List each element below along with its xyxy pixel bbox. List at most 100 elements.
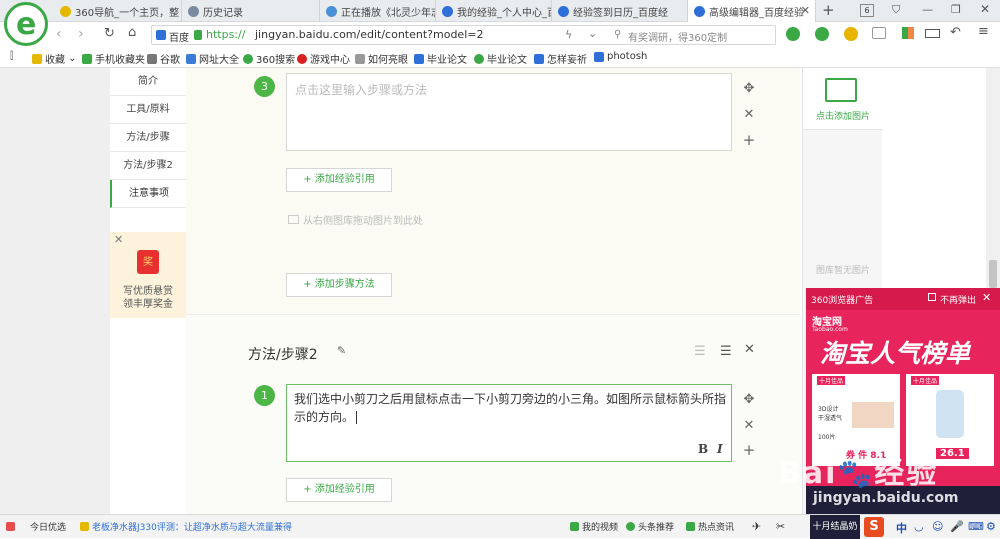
ordered-list-icon[interactable]: ☰: [694, 344, 706, 359]
bookmark-item[interactable]: 怎样妄祈: [534, 51, 587, 66]
browser-tab[interactable]: 历史记录: [182, 0, 320, 22]
browser-tab[interactable]: 正在播放《北灵少年志: [320, 0, 436, 22]
bookmark-item[interactable]: 360搜索: [243, 51, 295, 66]
add-image-label: 点击添加图片: [815, 112, 870, 122]
back-icon[interactable]: ‹: [56, 26, 62, 42]
today-picks[interactable]: 今日优选: [6, 520, 66, 533]
ime-keyboard-icon[interactable]: ⌨: [968, 520, 984, 533]
dropdown-icon[interactable]: ⌄: [588, 27, 597, 40]
search-icon[interactable]: ⚲: [614, 29, 621, 40]
nav-item-notes[interactable]: 注意事项: [110, 180, 186, 208]
delete-icon[interactable]: ✕: [742, 107, 756, 122]
bookmark-item[interactable]: 收藏 ⌄: [32, 51, 77, 66]
hot-news[interactable]: 热点资讯: [686, 520, 734, 533]
menu-icon[interactable]: ≡: [978, 24, 989, 39]
unordered-list-icon[interactable]: ☰: [720, 344, 732, 359]
italic-button[interactable]: I: [717, 442, 723, 456]
browser-tab-active[interactable]: 高级编辑器_百度经验 ✕: [688, 0, 816, 23]
bold-button[interactable]: B: [698, 442, 708, 456]
move-icon[interactable]: ✥: [742, 392, 756, 407]
nav-item-steps2[interactable]: 方法/步骤2: [110, 152, 186, 180]
ime-emoji-icon[interactable]: ☺: [932, 520, 943, 533]
ime-settings-icon[interactable]: ⚙: [986, 520, 996, 533]
bookmark-item[interactable]: 网址大全: [186, 51, 239, 66]
apps-icon[interactable]: [902, 27, 914, 39]
battery-icon[interactable]: [925, 29, 940, 38]
ad-tile[interactable]: 十月结晶奶: [810, 515, 860, 539]
add-icon[interactable]: +: [742, 131, 756, 149]
edit-pencil-icon[interactable]: ✎: [337, 344, 346, 357]
sidebar-toggle-icon[interactable]: ⫿: [10, 51, 13, 62]
shirt-icon[interactable]: ⛉: [892, 3, 900, 17]
close-tab-icon[interactable]: ✕: [801, 4, 810, 17]
close-window-icon[interactable]: ✕: [980, 2, 990, 16]
add-step-button[interactable]: + 添加步骤方法: [286, 273, 392, 297]
sogou-ime-icon[interactable]: S: [864, 517, 884, 537]
url-bar[interactable]: 百度 https:// jingyan.baidu.com/edit/conte…: [151, 25, 776, 45]
bookmark-item[interactable]: 毕业论文: [414, 51, 467, 66]
tab-title: 360导航_一个主页，整: [75, 7, 180, 19]
forward-icon[interactable]: ›: [78, 26, 84, 42]
my-video[interactable]: 我的视频: [570, 520, 618, 533]
browser-logo[interactable]: e: [4, 2, 48, 46]
delete-section-icon[interactable]: ✕: [744, 342, 755, 357]
new-tab-icon[interactable]: +: [822, 1, 835, 19]
ime-voice-icon[interactable]: 🎤: [950, 520, 964, 533]
add-icon[interactable]: +: [742, 441, 756, 459]
add-reference-button[interactable]: + 添加经验引用: [286, 478, 392, 502]
browser-tab[interactable]: 360导航_一个主页，整: [54, 0, 182, 22]
bookmark-item[interactable]: 谷歌: [147, 51, 180, 66]
shield-icon[interactable]: [844, 27, 858, 41]
close-reward-icon[interactable]: ✕: [114, 233, 123, 246]
watermark-url: jingyan.baidu.com: [813, 490, 959, 506]
add-reference-button[interactable]: + 添加经验引用: [286, 168, 392, 192]
news-ticker[interactable]: 老板净水器J330评测：让超净水质与超大流量兼得: [80, 520, 292, 533]
browser-tab[interactable]: 我的经验_个人中心_百: [436, 0, 552, 22]
home-icon[interactable]: ⌂: [128, 25, 136, 40]
bookmark-item[interactable]: photosh: [594, 51, 647, 62]
tab-count-badge[interactable]: 6: [860, 4, 874, 17]
pin-icon[interactable]: ✈: [752, 520, 761, 533]
step-text[interactable]: 我们选中小剪刀之后用鼠标点击一下小剪刀旁边的小三角。如图所示鼠标箭头所指示的方向…: [294, 390, 726, 426]
editor-content: 3 点击这里输入步骤或方法 ✥ ✕ + + 添加经验引用 从右侧图库拖动图片到此…: [186, 68, 800, 514]
no-show-label[interactable]: 不再弹出: [940, 293, 976, 306]
step-editor-active[interactable]: 我们选中小剪刀之后用鼠标点击一下小剪刀旁边的小三角。如图所示鼠标箭头所指示的方向…: [286, 384, 732, 462]
browser-tab[interactable]: 经验签到日历_百度经: [552, 0, 688, 22]
ad-source: 360浏览器广告: [811, 296, 874, 306]
bookmark-item[interactable]: 毕业论文: [474, 51, 527, 66]
no-show-checkbox[interactable]: [928, 293, 936, 301]
extension-cut-icon[interactable]: [786, 27, 800, 41]
headline-news[interactable]: 头条推荐: [626, 520, 674, 533]
section-title[interactable]: 方法/步骤2: [248, 344, 318, 364]
search-hint[interactable]: 有奖调研，得360定制: [628, 29, 727, 44]
bookmark-item[interactable]: 手机收藏夹: [82, 51, 145, 66]
bookmark-item[interactable]: 游戏中心: [297, 51, 350, 66]
feedback-icon[interactable]: [872, 27, 886, 39]
scrollbar-thumb[interactable]: [989, 260, 997, 288]
move-icon[interactable]: ✥: [742, 81, 756, 96]
minimize-icon[interactable]: —: [922, 3, 933, 16]
refresh-icon[interactable]: ↻: [104, 26, 115, 41]
ime-mode[interactable]: 中: [896, 520, 907, 536]
lightning-icon[interactable]: ϟ: [565, 28, 572, 41]
close-ad-icon[interactable]: ✕: [982, 291, 991, 304]
reward-line2: 领丰厚奖金: [123, 299, 173, 310]
watermark-logo: Bai🐾经验: [778, 456, 939, 491]
undo-icon[interactable]: ↶: [950, 25, 961, 40]
translate-icon[interactable]: [815, 27, 829, 41]
reward-card[interactable]: ✕ 奖 写优质悬赏 领丰厚奖金: [110, 232, 186, 318]
step-editor[interactable]: 点击这里输入步骤或方法: [286, 73, 732, 151]
scissors-icon[interactable]: ✂: [776, 520, 785, 533]
bookmark-item[interactable]: 如何亮眼: [355, 51, 408, 66]
add-image-button[interactable]: 点击添加图片: [803, 68, 883, 130]
ad-headline: 淘宝人气榜单: [820, 339, 971, 368]
nav-item-intro[interactable]: 简介: [110, 68, 186, 96]
delete-icon[interactable]: ✕: [742, 418, 756, 433]
nav-item-steps[interactable]: 方法/步骤: [110, 124, 186, 152]
nav-item-tools[interactable]: 工具/原料: [110, 96, 186, 124]
ime-punct-icon[interactable]: ◡: [914, 520, 924, 533]
paw-icon: [558, 5, 569, 17]
history-icon: [188, 5, 199, 17]
card-tag: 十月佳品: [817, 376, 846, 385]
restore-icon[interactable]: ❐: [951, 3, 961, 16]
